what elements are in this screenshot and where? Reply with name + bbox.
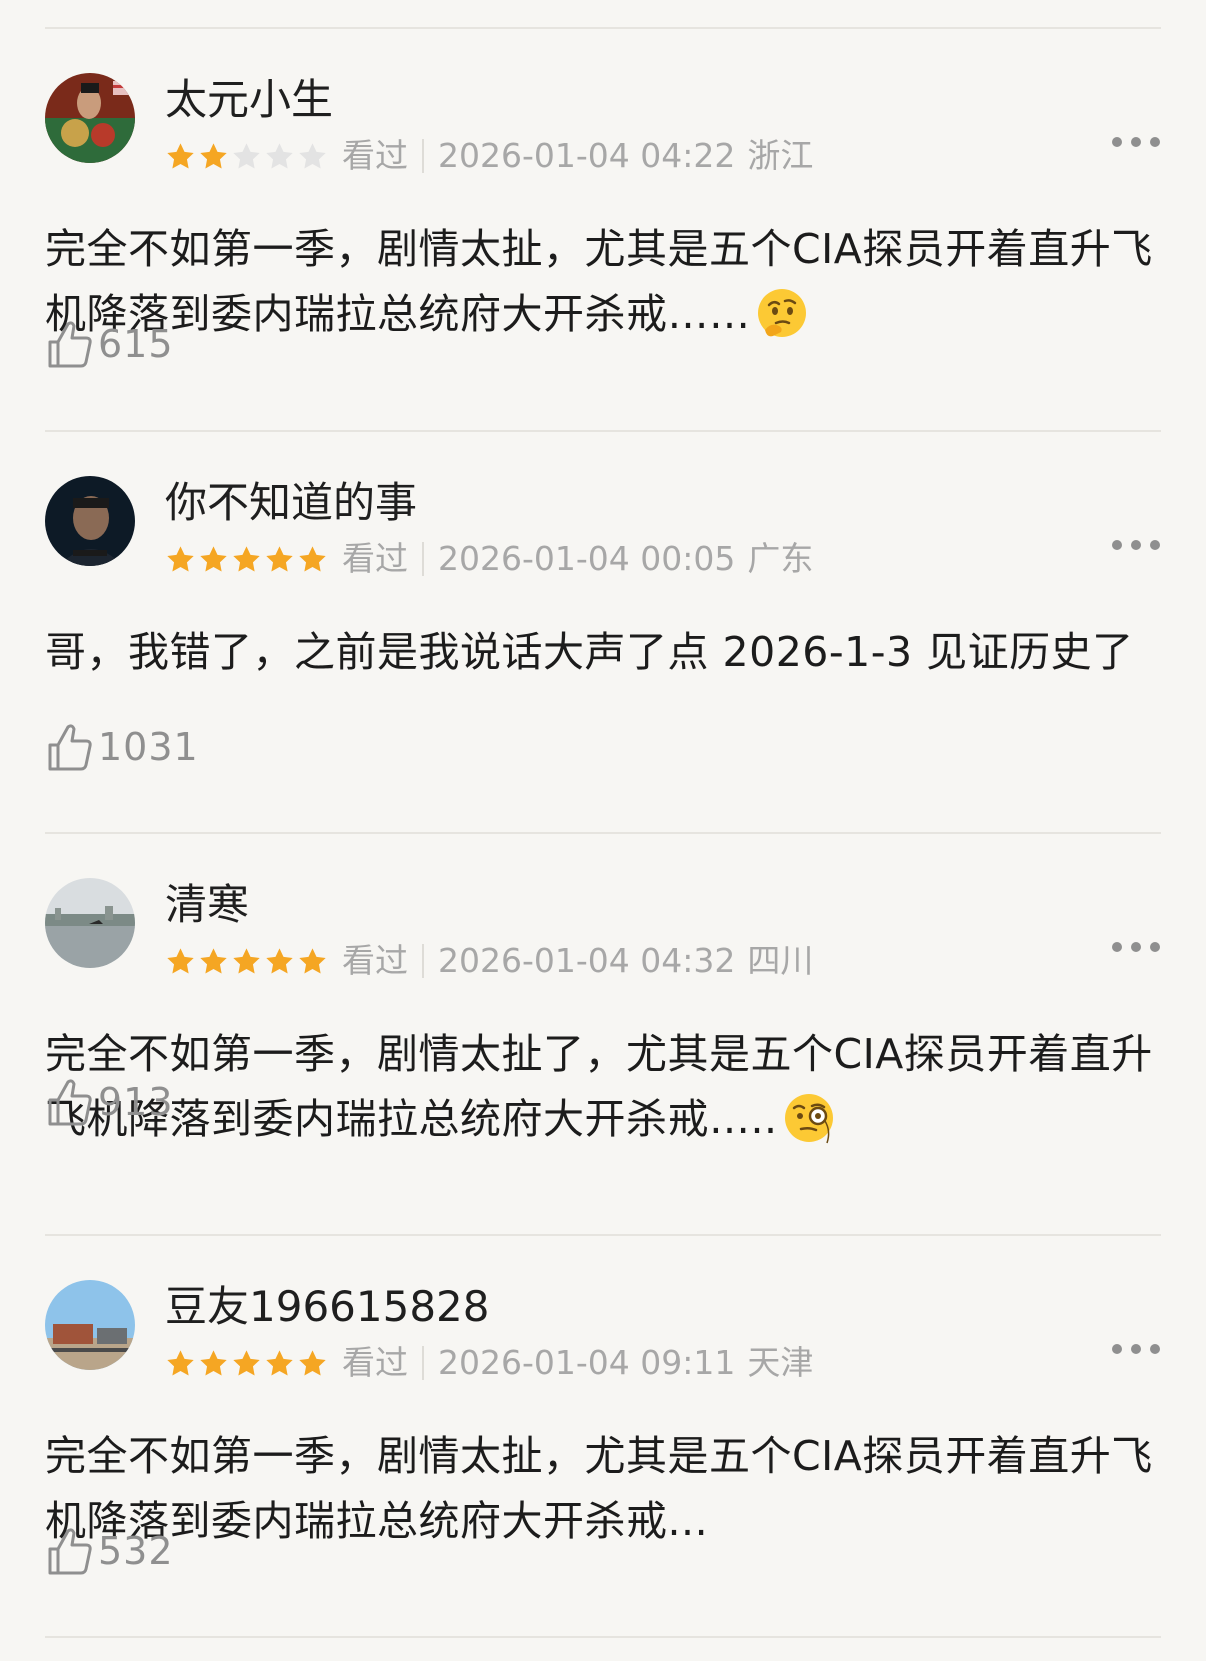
meta-separator [422, 944, 424, 978]
avatar[interactable] [45, 476, 135, 566]
star-icon [299, 1349, 326, 1376]
more-icon[interactable] [1112, 935, 1160, 959]
thumbs-up-icon [48, 1528, 92, 1575]
star-icon [167, 142, 194, 169]
review-datetime: 2026-01-04 09:11 [438, 1343, 736, 1382]
username[interactable]: 清寒 [165, 876, 249, 934]
like-button[interactable]: 913 [46, 1075, 174, 1129]
star-icon [299, 947, 326, 974]
review-content: 哥，我错了，之前是我说话大声了点 2026-1-3 见证历史了 [45, 620, 1165, 685]
star-icon [299, 545, 326, 572]
review-card: 清寒 看过 2026-01-04 04:32 四川 完全不如第一季，剧情太扯了，… [0, 832, 1206, 1234]
meta-separator [422, 139, 424, 173]
like-count: 913 [98, 1080, 174, 1124]
watch-status: 看过 [342, 136, 408, 175]
like-count: 615 [98, 322, 174, 366]
review-location: 四川 [747, 941, 814, 980]
like-button[interactable]: 532 [46, 1524, 174, 1578]
avatar[interactable] [45, 73, 135, 163]
review-content: 完全不如第一季，剧情太扯，尤其是五个CIA探员开着直升飞机降落到委内瑞拉总统府大… [45, 1424, 1165, 1554]
star-icon [266, 545, 293, 572]
username[interactable]: 太元小生 [165, 71, 333, 129]
review-meta: 看过 2026-01-04 00:05 广东 [165, 538, 813, 580]
review-card: 你不知道的事 看过 2026-01-04 00:05 广东 哥，我错了，之前是我… [0, 430, 1206, 832]
avatar[interactable] [45, 1280, 135, 1370]
rating-stars [165, 1348, 328, 1379]
username[interactable]: 豆友196615828 [165, 1278, 490, 1336]
review-datetime: 2026-01-04 00:05 [438, 539, 736, 578]
star-icon [200, 947, 227, 974]
more-icon[interactable] [1112, 1337, 1160, 1361]
review-location: 广东 [747, 539, 814, 578]
avatar[interactable] [45, 878, 135, 968]
like-count: 1031 [98, 725, 199, 769]
thumbs-up-icon [48, 724, 92, 771]
face-with-monocle-icon [784, 1094, 833, 1144]
rating-stars [165, 544, 328, 575]
thumbs-up-icon [48, 321, 92, 368]
review-location: 天津 [747, 1343, 814, 1382]
star-icon [167, 947, 194, 974]
divider [45, 1636, 1161, 1638]
review-location: 浙江 [747, 136, 814, 175]
thumbs-up-icon [48, 1079, 92, 1126]
like-button[interactable]: 615 [46, 317, 174, 371]
review-text: 完全不如第一季，剧情太扯，尤其是五个CIA探员开着直升飞机降落到委内瑞拉总统府大… [45, 1432, 1153, 1545]
review-card: 豆友196615828 看过 2026-01-04 09:11 天津 完全不如第… [0, 1234, 1206, 1636]
review-meta: 看过 2026-01-04 04:32 四川 [165, 940, 813, 982]
like-count: 532 [98, 1529, 174, 1573]
star-icon [167, 545, 194, 572]
review-text: 完全不如第一季，剧情太扯，尤其是五个CIA探员开着直升飞机降落到委内瑞拉总统府大… [45, 225, 1153, 338]
watch-status: 看过 [342, 539, 408, 578]
review-text: 哥，我错了，之前是我说话大声了点 2026-1-3 见证历史了 [45, 628, 1134, 676]
star-icon [266, 142, 293, 169]
star-icon [167, 1349, 194, 1376]
meta-separator [422, 1346, 424, 1380]
review-list: 太元小生 看过 2026-01-04 04:22 浙江 完全不如第一季，剧情太扯… [0, 0, 1206, 1661]
review-content: 完全不如第一季，剧情太扯，尤其是五个CIA探员开着直升飞机降落到委内瑞拉总统府大… [45, 217, 1165, 347]
rating-stars [165, 946, 328, 977]
star-icon [200, 142, 227, 169]
thinking-face-icon [757, 289, 806, 337]
review-text: 完全不如第一季，剧情太扯了，尤其是五个CIA探员开着直升飞机降落到委内瑞拉总统府… [45, 1030, 1153, 1143]
like-button[interactable]: 1031 [46, 720, 199, 774]
review-card: 太元小生 看过 2026-01-04 04:22 浙江 完全不如第一季，剧情太扯… [0, 27, 1206, 429]
review-content: 完全不如第一季，剧情太扯了，尤其是五个CIA探员开着直升飞机降落到委内瑞拉总统府… [45, 1022, 1165, 1152]
watch-status: 看过 [342, 1343, 408, 1382]
star-icon [266, 947, 293, 974]
rating-stars [165, 141, 328, 172]
star-icon [200, 1349, 227, 1376]
star-icon [200, 545, 227, 572]
username[interactable]: 你不知道的事 [165, 474, 417, 532]
meta-separator [422, 542, 424, 576]
review-datetime: 2026-01-04 04:22 [438, 136, 736, 175]
watch-status: 看过 [342, 941, 408, 980]
star-icon [233, 947, 260, 974]
star-icon [233, 142, 260, 169]
review-datetime: 2026-01-04 04:32 [438, 941, 736, 980]
more-icon[interactable] [1112, 130, 1160, 154]
review-meta: 看过 2026-01-04 04:22 浙江 [165, 135, 813, 177]
star-icon [266, 1349, 293, 1376]
more-icon[interactable] [1112, 533, 1160, 557]
review-meta: 看过 2026-01-04 09:11 天津 [165, 1342, 813, 1384]
star-icon [233, 545, 260, 572]
star-icon [233, 1349, 260, 1376]
star-icon [299, 142, 326, 169]
